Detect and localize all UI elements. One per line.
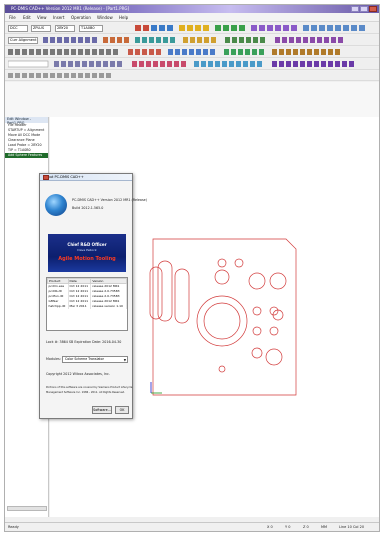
status-x: X 0 xyxy=(267,525,273,529)
banner-product: Agile Motion Tooling xyxy=(58,256,116,262)
ok-button[interactable]: OK xyxy=(115,406,129,414)
cell-date: Mar 3 2011 xyxy=(68,303,92,309)
close-button[interactable] xyxy=(369,6,377,12)
tree-scrollbar[interactable] xyxy=(7,506,47,511)
chevron-down-icon: ▼ xyxy=(123,358,126,362)
product-version-text: PC-DMIS CAD++ Version 2012 MR1 (Release) xyxy=(72,198,147,202)
menu-view[interactable]: View xyxy=(37,15,47,20)
component-version-list[interactable]: Product Date Version pcdlrn.exe Oct 12 2… xyxy=(46,277,128,331)
credits-banner: Chief R&D Officer Dave Pellock Agile Mot… xyxy=(48,234,126,272)
toolbar-4-icons[interactable] xyxy=(8,60,378,69)
about-dialog: About PC-DMIS CAD++ PC-DMIS CAD++ Versio… xyxy=(39,173,147,419)
toolbar-2-icons[interactable] xyxy=(43,36,379,45)
banner-name: Dave Pellock xyxy=(77,248,97,252)
menu-insert[interactable]: Insert xyxy=(53,15,64,20)
cell-date: Oct 12 2011 xyxy=(68,298,92,304)
status-z: Z 0 xyxy=(303,525,309,529)
mode-combo[interactable]: DCC xyxy=(8,25,28,32)
pc-dmis-window: PC-DMIS CAD++ Version 2012 MR1 (Release)… xyxy=(4,4,380,532)
title-bar: PC-DMIS CAD++ Version 2012 MR1 (Release)… xyxy=(5,5,379,13)
cell-date: Oct 12 2011 xyxy=(68,283,92,289)
status-y: Y 0 xyxy=(285,525,291,529)
menu-file[interactable]: File xyxy=(9,15,16,20)
copyright-text: Copyright 2012 Wilcox Associates, Inc. xyxy=(46,372,110,376)
view-combo[interactable]: Curr Alignment xyxy=(8,37,38,44)
status-bar: Ready X 0 Y 0 Z 0 MM Line 10 Col 20 xyxy=(5,522,379,531)
window-title: PC-DMIS CAD++ Version 2012 MR1 (Release)… xyxy=(11,6,130,11)
cell-date: Oct 12 2011 xyxy=(68,293,92,299)
about-close-button[interactable] xyxy=(43,175,49,180)
tree-node-add-features[interactable]: Add Sphere Features xyxy=(5,153,48,158)
minimize-button[interactable] xyxy=(351,6,359,12)
list-item[interactable]: hatchpp.dll Mar 3 2011 release version 1… xyxy=(47,303,127,309)
modules-selected-value: Color Scheme Translator xyxy=(65,357,104,361)
notice-text-1: Portions of this software are covered by… xyxy=(46,386,133,389)
lock-info-text: Lock #: 3864 SB Expiration Date: 2016-04… xyxy=(46,340,122,344)
cell-version: release version 1.10 xyxy=(90,303,127,309)
menu-help[interactable]: Help xyxy=(119,15,128,20)
cell-product: hatchpp.dll xyxy=(47,303,69,309)
toolbar-5-icons[interactable] xyxy=(8,72,128,80)
tip-combo[interactable]: T1A0B0 xyxy=(79,25,103,32)
status-ready: Ready xyxy=(8,525,19,529)
list-item[interactable]: pcdfun.dll Oct 12 2011 release 2.0.73583 xyxy=(47,293,127,299)
menu-window[interactable]: Window xyxy=(97,15,113,20)
toolbar-row-2: Curr Alignment xyxy=(5,35,379,46)
globe-logo-icon xyxy=(45,194,67,216)
toolbar-row-1: DCC ZPLUS 2BY20 T1A0B0 xyxy=(5,23,379,34)
list-item[interactable]: pcdlrn.exe Oct 12 2011 release 2012 MR1 xyxy=(47,283,127,289)
status-line-col: Line 10 Col 20 xyxy=(339,525,365,529)
menu-operation[interactable]: Operation xyxy=(71,15,91,20)
maximize-button[interactable] xyxy=(360,6,368,12)
menu-bar: File Edit View Insert Operation Window H… xyxy=(5,13,379,22)
modules-dropdown[interactable]: Color Scheme Translator ▼ xyxy=(62,356,128,363)
modules-label: Modules: xyxy=(46,357,61,361)
toolbar-3-icons[interactable] xyxy=(8,48,378,57)
status-units: MM xyxy=(321,525,328,529)
software-button[interactable]: Software... xyxy=(92,406,112,414)
toolbar-row-4 xyxy=(5,59,379,70)
toolbar-row-5 xyxy=(5,71,379,81)
menu-edit[interactable]: Edit xyxy=(23,15,31,20)
toolbar-row-3 xyxy=(5,47,379,58)
workplane-combo[interactable]: ZPLUS xyxy=(31,25,51,32)
list-item[interactable]: pcdllb.dll Oct 12 2011 release 2.0.73583 xyxy=(47,288,127,294)
cell-date: Oct 12 2011 xyxy=(68,288,92,294)
notice-text-2: Management Software Inc. 1986 - 2011. Al… xyxy=(46,391,126,394)
about-dialog-titlebar: About PC-DMIS CAD++ xyxy=(40,174,132,181)
toolbar-1-icons[interactable] xyxy=(135,24,379,33)
toolbar-dock-area xyxy=(5,82,379,117)
about-dialog-title: About PC-DMIS CAD++ xyxy=(43,175,84,179)
probe-combo[interactable]: 2BY20 xyxy=(55,25,75,32)
build-text: Build 2012.1.565.0 xyxy=(72,206,104,210)
banner-title: Chief R&D Officer xyxy=(67,242,107,247)
